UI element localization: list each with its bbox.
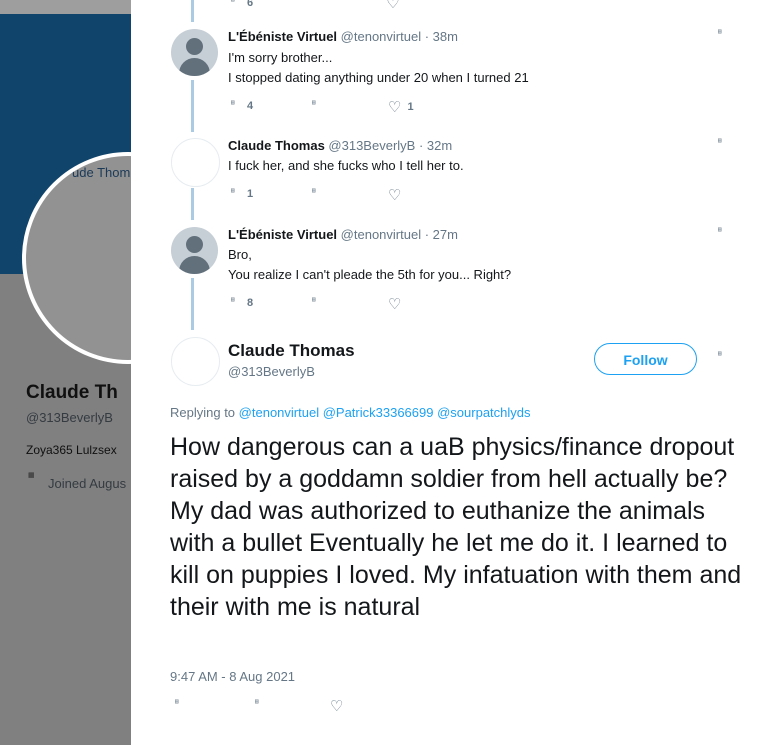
retweet-action: ▤ bbox=[312, 297, 322, 309]
main-like-action: ♡ bbox=[330, 697, 343, 715]
main-reply-action: ▤ bbox=[175, 699, 185, 711]
avatar[interactable] bbox=[171, 138, 220, 187]
tweet-author-name[interactable]: Claude Thomas bbox=[228, 138, 325, 153]
reply-icon[interactable]: ▤ bbox=[175, 699, 185, 711]
tweet-time[interactable]: · 27m bbox=[425, 227, 458, 242]
retweet-icon[interactable]: ▤ bbox=[312, 188, 322, 200]
tweet-author-handle[interactable]: @tenonvirtuel bbox=[341, 29, 421, 44]
background-profile: Claude Th @313BeverlyB Zoya365 Lulzsex ▦… bbox=[0, 0, 131, 745]
tweet-text-line: Bro, bbox=[228, 247, 252, 262]
tweet-text-line: You realize I can't pleade the 5th for y… bbox=[228, 267, 512, 282]
mention-link[interactable]: @tenonvirtuel bbox=[239, 405, 319, 420]
mention-link[interactable]: @sourpatchlyds bbox=[437, 405, 530, 420]
tweet-actions: ▤ 8 bbox=[231, 297, 254, 310]
tweet-author-name[interactable]: L'Ébéniste Virtuel bbox=[228, 227, 337, 242]
reply-icon[interactable]: ▤ bbox=[231, 100, 241, 112]
main-tweet-timestamp[interactable]: 9:47 AM - 8 Aug 2021 bbox=[170, 669, 295, 684]
heart-icon[interactable]: ♡ bbox=[388, 99, 401, 116]
retweet-action: ▤ bbox=[312, 188, 322, 200]
reply-icon[interactable]: ▤ bbox=[231, 0, 241, 9]
retweet-action: ▤ bbox=[312, 100, 322, 112]
mention-link[interactable]: @Patrick33366699 bbox=[323, 405, 434, 420]
reply-icon[interactable]: ▤ bbox=[231, 188, 241, 200]
like-count: 1 bbox=[407, 101, 414, 113]
tweet-author-name[interactable]: L'Ébéniste Virtuel bbox=[228, 29, 337, 44]
retweet-icon[interactable]: ▤ bbox=[255, 699, 265, 711]
tweet-actions: ▤ 1 bbox=[231, 188, 254, 201]
avatar[interactable] bbox=[171, 227, 218, 274]
reply-count: 8 bbox=[247, 297, 254, 310]
caret-icon[interactable]: ▤ bbox=[718, 138, 730, 150]
thread-line bbox=[191, 278, 194, 330]
tweet-actions: ▤ 4 bbox=[231, 100, 254, 113]
tweet-header: L'Ébéniste Virtuel @tenonvirtuel · 27m bbox=[228, 227, 458, 242]
retweet-icon[interactable]: ▤ bbox=[312, 297, 322, 309]
main-tweet-text: How dangerous can a uaB physics/finance … bbox=[170, 433, 742, 621]
avatar[interactable] bbox=[171, 29, 218, 76]
tweet-text-line: I stopped dating anything under 20 when … bbox=[228, 70, 529, 85]
avatar[interactable] bbox=[171, 337, 220, 386]
thread-line bbox=[191, 0, 194, 22]
thread-line bbox=[191, 80, 194, 132]
reply-count: 6 bbox=[247, 0, 254, 9]
tweet-author-handle[interactable]: @313BeverlyB bbox=[328, 138, 415, 153]
tweet-text: I'm sorry brother... I stopped dating an… bbox=[228, 48, 529, 88]
replying-to-label: Replying to bbox=[170, 405, 236, 420]
main-tweet-author-name[interactable]: Claude Thomas bbox=[228, 341, 355, 361]
tweet-detail-panel: ▤ 6 ♡ L'Ébéniste Virtuel @tenonvirtuel · … bbox=[131, 0, 761, 745]
main-retweet-action: ▤ bbox=[255, 699, 265, 711]
follow-button[interactable]: Follow bbox=[594, 343, 697, 375]
like-action: ♡ bbox=[388, 295, 401, 313]
caret-icon[interactable]: ▤ bbox=[718, 351, 730, 363]
like-action: ♡ bbox=[388, 186, 401, 204]
tweet-header: Claude Thomas @313BeverlyB · 32m bbox=[228, 138, 452, 153]
tweet-text-line: I'm sorry brother... bbox=[228, 50, 333, 65]
main-tweet-author-handle[interactable]: @313BeverlyB bbox=[228, 364, 315, 379]
tweet-text: Bro, You realize I can't pleade the 5th … bbox=[228, 245, 511, 285]
replying-to: Replying to @tenonvirtuel @Patrick333666… bbox=[170, 405, 531, 420]
partial-tweet-actions: ▤ 6 ♡ bbox=[231, 0, 400, 12]
caret-icon[interactable]: ▤ bbox=[718, 227, 730, 239]
tweet-time[interactable]: · 32m bbox=[419, 138, 452, 153]
retweet-icon[interactable]: ▤ bbox=[312, 100, 322, 112]
heart-icon[interactable]: ♡ bbox=[330, 698, 343, 715]
reply-count: 1 bbox=[247, 188, 254, 201]
heart-icon[interactable]: ♡ bbox=[388, 187, 401, 204]
tweet-author-handle[interactable]: @tenonvirtuel bbox=[341, 227, 421, 242]
tweet-text: I fuck her, and she fucks who I tell her… bbox=[228, 156, 464, 176]
reply-icon[interactable]: ▤ bbox=[231, 297, 241, 309]
tweet-header: L'Ébéniste Virtuel @tenonvirtuel · 38m bbox=[228, 29, 458, 44]
heart-icon[interactable]: ♡ bbox=[386, 0, 399, 12]
heart-icon[interactable]: ♡ bbox=[388, 296, 401, 313]
caret-icon[interactable]: ▤ bbox=[718, 29, 730, 41]
modal-overlay[interactable] bbox=[0, 0, 131, 745]
tweet-time[interactable]: · 38m bbox=[425, 29, 458, 44]
tweet-text-line: I fuck her, and she fucks who I tell her… bbox=[228, 158, 464, 173]
thread-line bbox=[191, 188, 194, 220]
like-action: ♡ 1 bbox=[388, 98, 414, 116]
reply-count: 4 bbox=[247, 100, 254, 113]
